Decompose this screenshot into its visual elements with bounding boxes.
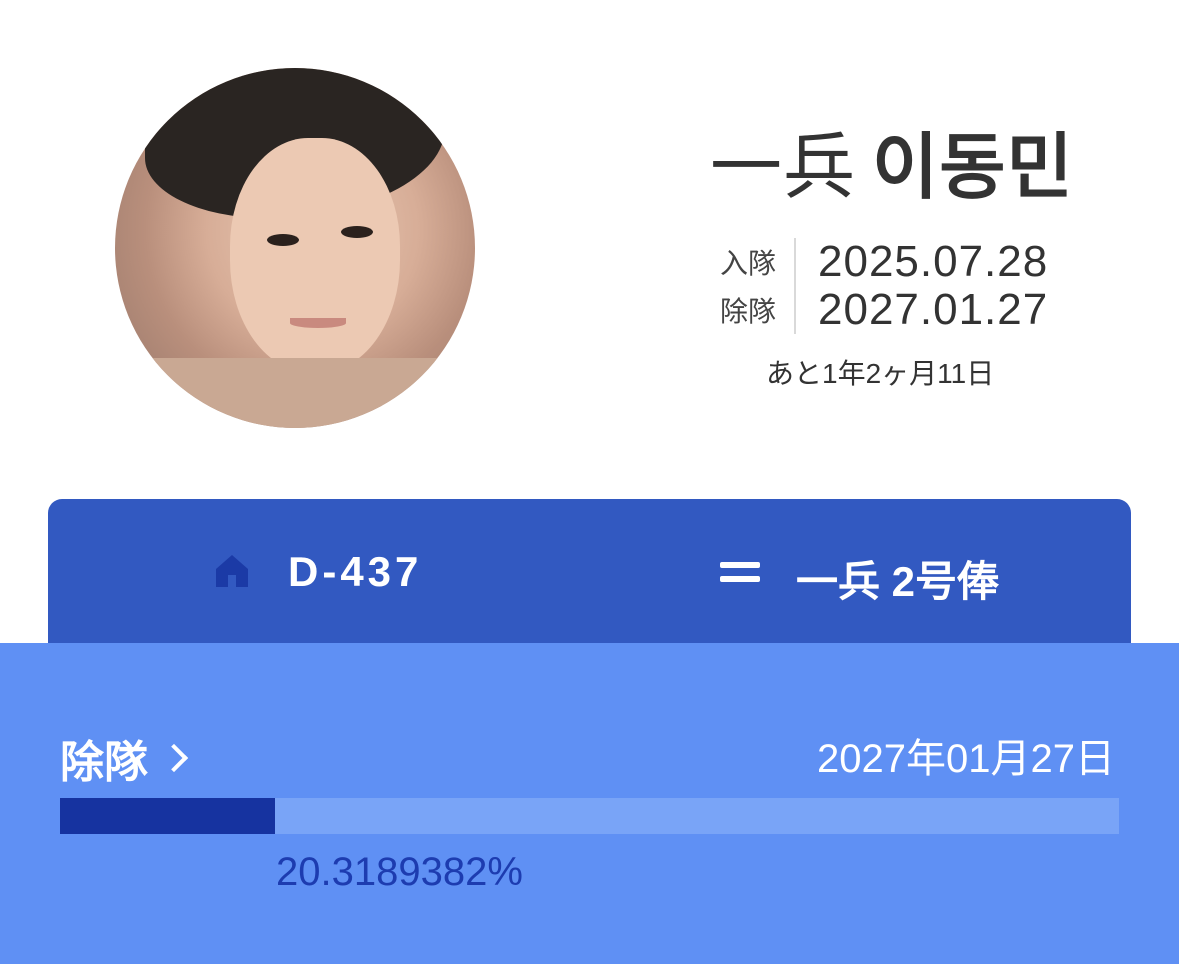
home-icon [216,555,248,587]
profile-name: 이동민 [872,128,1074,208]
discharge-target-date: 2027年01月27日 [817,737,1115,781]
avatar-sweater [115,358,475,428]
dday-counter: D-437 [288,548,423,595]
equals-icon [720,562,760,584]
profile-title: 一兵 이동민 [710,108,1074,213]
service-dates: 入隊 2025.07.28 除隊 2027.01.27 [720,238,1060,334]
avatar-eye-left [267,234,299,246]
avatar-face [230,138,400,373]
avatar-eye-right [341,226,373,238]
chevron-right-icon [159,743,189,773]
discharge-date-value: 2027.01.27 [794,286,1048,334]
enlist-row: 入隊 2025.07.28 [720,238,1060,286]
discharge-link-label: 除隊 [60,738,148,787]
rank-pay-grade: 一兵 2号俸 [796,558,1000,605]
enlist-label: 入隊 [720,248,777,279]
discharge-link[interactable]: 除隊 [60,726,189,790]
discharge-row: 除隊 2027.01.27 [720,286,1060,334]
progress-bar-track [60,798,1119,834]
profile-avatar[interactable] [115,68,475,428]
progress-percent: 20.3189382% [276,850,523,894]
avatar-mouth [290,318,346,328]
profile-rank: 一兵 [710,128,857,208]
remaining-time: あと1年2ヶ月11日 [766,358,995,389]
progress-bar-fill [60,798,276,834]
enlist-date: 2025.07.28 [794,238,1048,286]
discharge-label: 除隊 [720,296,777,327]
